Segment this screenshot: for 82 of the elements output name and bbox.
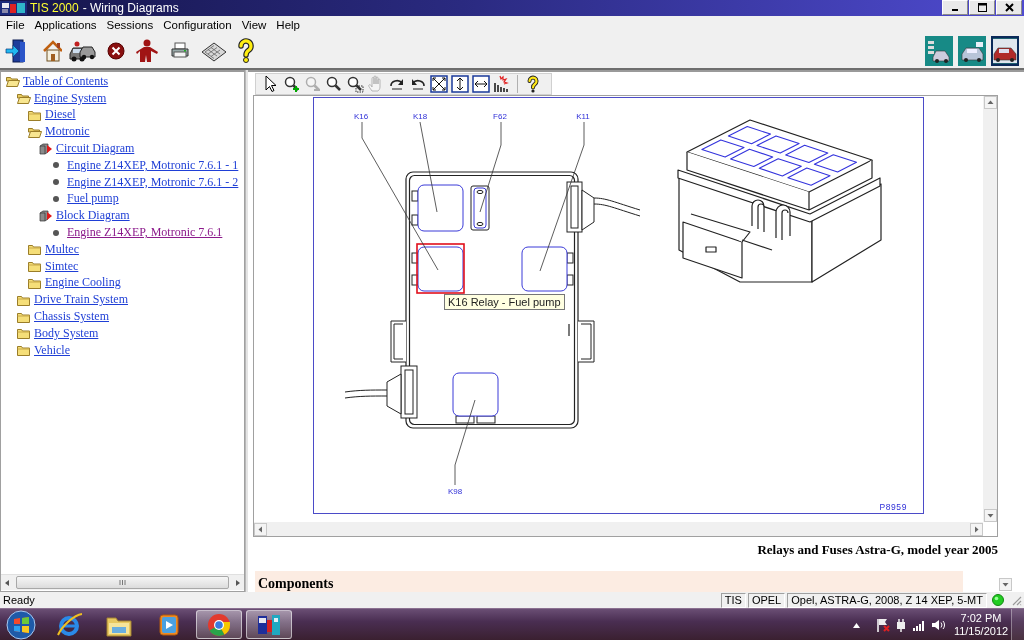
fit-width-icon[interactable] [472, 75, 490, 93]
highlight-icon[interactable] [493, 75, 511, 93]
tree-link[interactable]: Chassis System [34, 309, 109, 325]
flag-icon[interactable] [876, 617, 890, 632]
mounting-tab [577, 320, 595, 363]
app-tile[interactable] [958, 35, 986, 66]
tree-link[interactable]: Table of Contents [23, 73, 109, 89]
tree-link[interactable]: Block Diagram [56, 208, 130, 224]
document-heading: Relays and Fuses Astra-G, model year 2005 [756, 542, 998, 558]
tree-link[interactable]: Diesel [45, 107, 76, 123]
car-icon [927, 38, 951, 63]
show-desktop-button[interactable] [1011, 609, 1024, 640]
tree-link[interactable]: Engine System [34, 90, 107, 106]
callout-label: K18 [412, 112, 428, 121]
fuse-socket[interactable] [470, 185, 490, 231]
app-tile[interactable] [925, 35, 953, 66]
clock-time[interactable]: 7:02 PM [960, 611, 1002, 625]
relay-socket[interactable] [411, 184, 464, 232]
tree-link[interactable]: Drive Train System [34, 292, 128, 308]
internet-browser-icon[interactable] [55, 610, 83, 639]
fit-page-icon[interactable] [430, 75, 448, 93]
tree-link[interactable]: Body System [34, 325, 99, 341]
callout-label: K98 [447, 487, 463, 496]
fit-height-icon[interactable] [451, 75, 469, 93]
tree-link[interactable]: Engine Z14XEP, Motronic 7.6.1 [67, 225, 223, 241]
figure-number: P8959 [879, 502, 907, 512]
status-panel: TIS [720, 592, 746, 608]
connection-status-icon [992, 594, 1004, 606]
status-panel: OPEL [747, 592, 786, 608]
app-tile[interactable] [991, 35, 1019, 66]
window-title: - Wiring Diagrams [82, 1, 179, 15]
close-icon [1004, 3, 1014, 12]
mounting-tab [390, 320, 407, 363]
scrollbar-thumb[interactable] [16, 576, 229, 589]
tree-link[interactable]: Motronic [45, 124, 90, 140]
tree-link[interactable]: Circuit Diagram [56, 141, 135, 157]
tooltip: K16 Relay - Fuel pump [444, 294, 565, 310]
taskbar-button[interactable] [196, 610, 242, 639]
magnifier-icon[interactable] [325, 75, 343, 93]
help-icon[interactable] [237, 37, 255, 64]
app-name: TIS 2000 [30, 1, 79, 15]
exit-door-icon[interactable] [5, 37, 27, 64]
resize-grip-icon[interactable] [1010, 594, 1022, 606]
taskbar-button[interactable] [246, 610, 292, 639]
clock-date[interactable]: 11/15/2012 [953, 624, 1009, 638]
zoom-in-icon[interactable] [283, 75, 301, 93]
relay-socket[interactable] [452, 372, 499, 424]
signal-bars-icon[interactable] [912, 618, 926, 631]
callout-label: K11 [576, 112, 590, 121]
tree-link[interactable]: Multec [45, 241, 79, 257]
diagram-sheet-icon [39, 142, 53, 155]
speaker-icon[interactable] [931, 618, 945, 631]
car-icon [993, 38, 1017, 63]
menu-item[interactable]: View [237, 18, 271, 31]
maximize-icon [977, 3, 987, 12]
maximize-button[interactable] [969, 0, 995, 15]
person-icon[interactable] [135, 37, 159, 64]
minimize-button[interactable] [942, 0, 968, 15]
menu-item[interactable]: Help [272, 18, 304, 31]
close-button[interactable] [996, 0, 1022, 15]
start-orb-icon[interactable] [4, 609, 38, 640]
zoom-area-icon[interactable] [346, 75, 364, 93]
section-title: Components [258, 576, 334, 591]
status-panel: Opel, ASTRA-G, 2008, Z 14 XEP, 5-MT [787, 592, 987, 608]
tree-link[interactable]: Engine Z14XEP, Motronic 7.6.1 - 2 [67, 174, 239, 190]
menu-item[interactable]: File [2, 18, 29, 31]
menu-item[interactable]: Configuration [159, 18, 236, 31]
menu-item[interactable]: Applications [30, 18, 101, 31]
tree-link[interactable]: Engine Cooling [45, 275, 121, 291]
status-message: Ready [3, 594, 35, 606]
grip-lines-icon [119, 580, 126, 585]
tree-link[interactable]: Vehicle [34, 342, 70, 358]
callout-label: K16 [353, 112, 369, 121]
diagram-sheet-icon [39, 209, 53, 222]
show-hidden-icons-icon[interactable] [852, 620, 861, 629]
tree-link[interactable]: Simtec [45, 258, 79, 274]
power-plug-icon[interactable] [895, 617, 907, 632]
tree-link[interactable]: Engine Z14XEP, Motronic 7.6.1 - 1 [67, 157, 239, 173]
tree-link[interactable]: Fuel pump [67, 191, 119, 207]
menu-item[interactable]: Sessions [102, 18, 158, 31]
callout-label: F62 [493, 112, 507, 121]
relay-socket[interactable] [521, 246, 574, 292]
